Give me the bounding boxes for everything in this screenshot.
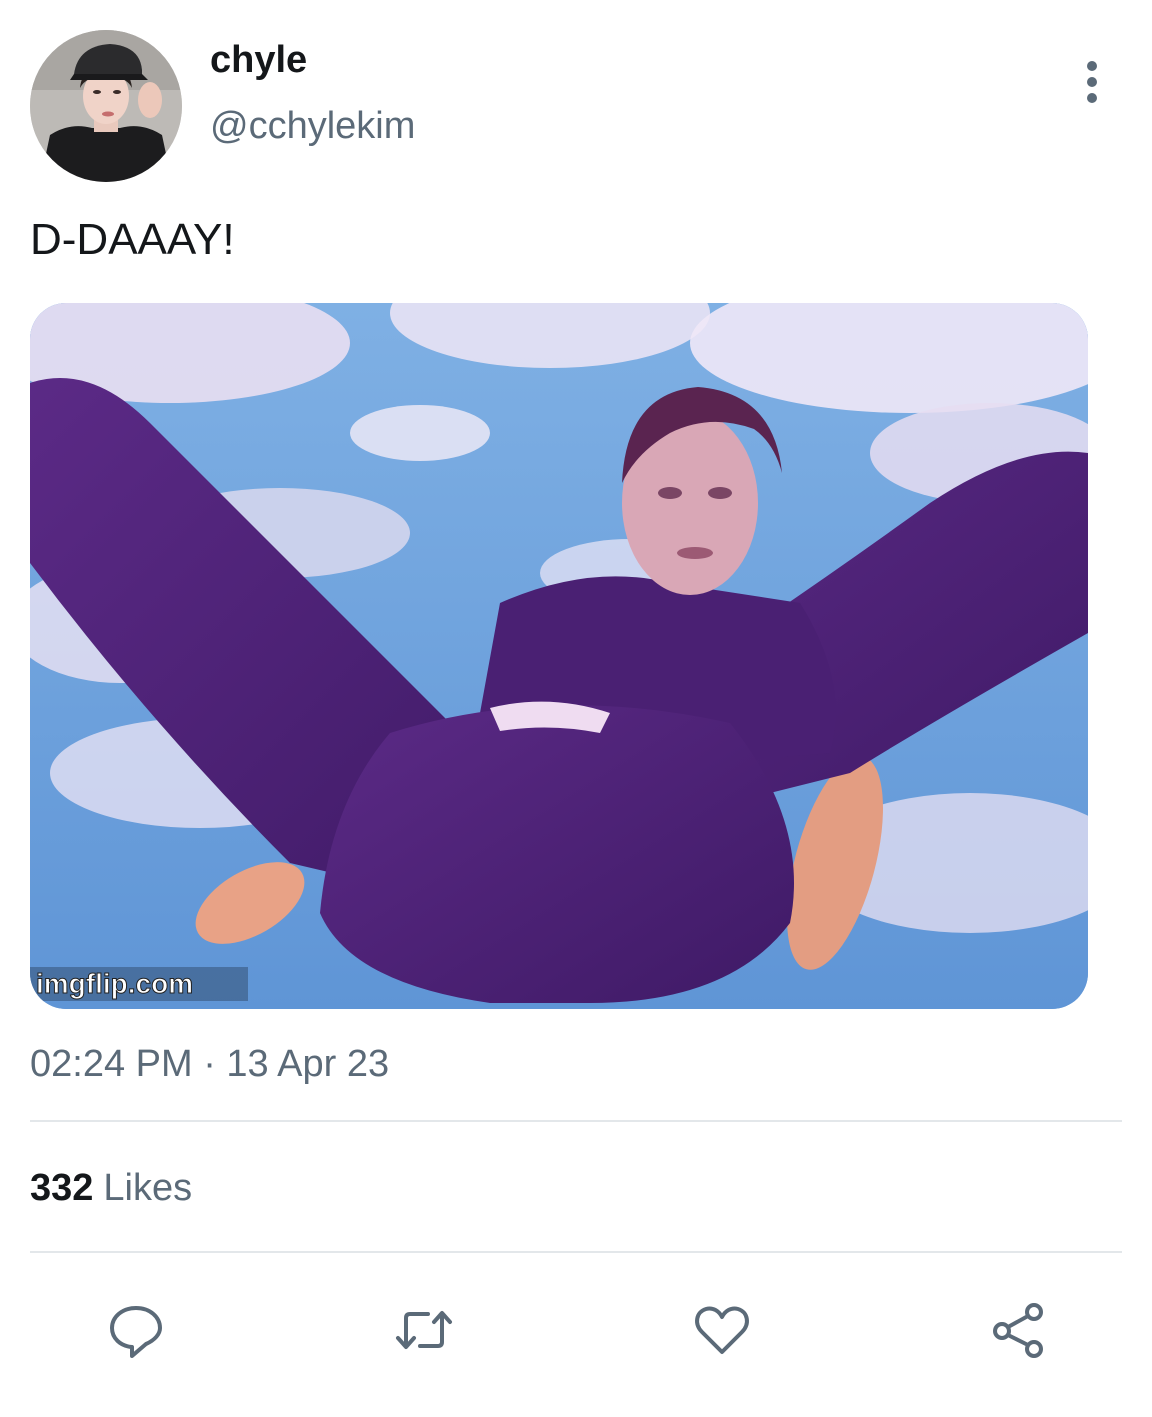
author-handle[interactable]: @cchylekim [210, 102, 415, 150]
divider-bottom [30, 1251, 1122, 1253]
author-display-name[interactable]: chyle [210, 36, 415, 84]
avatar-image [30, 30, 182, 182]
likes-stat[interactable]: 332 Likes [30, 1164, 192, 1212]
divider-top [30, 1120, 1122, 1122]
share-icon [993, 1303, 1043, 1358]
tweet-text: D-DAAAY! [30, 215, 235, 264]
retweet-icon [396, 1311, 452, 1349]
like-button[interactable] [682, 1290, 762, 1370]
more-options-button[interactable] [1062, 52, 1122, 112]
heart-icon [695, 1306, 749, 1354]
share-button[interactable] [978, 1290, 1058, 1370]
avatar[interactable] [30, 30, 182, 182]
tweet-media[interactable]: imgflip.com [30, 303, 1088, 1009]
imgflip-watermark: imgflip.com [36, 968, 193, 999]
retweet-button[interactable] [384, 1290, 464, 1370]
reply-icon [110, 1306, 162, 1358]
tweet-timestamp: 02:24 PM · 13 Apr 23 [30, 1043, 390, 1085]
tweet-header: chyle @cchylekim [30, 30, 1122, 182]
reply-button[interactable] [96, 1290, 176, 1370]
likes-count: 332 [30, 1167, 94, 1209]
media-image: imgflip.com [30, 303, 1088, 1009]
likes-label: Likes [103, 1167, 193, 1209]
tweet-detail: chyle @cchylekim D-DAAAY! imgflip.com 02… [0, 0, 1152, 1417]
author-names: chyle @cchylekim [210, 36, 415, 150]
action-bar [0, 1290, 1152, 1370]
more-vertical-icon [1087, 61, 1097, 103]
